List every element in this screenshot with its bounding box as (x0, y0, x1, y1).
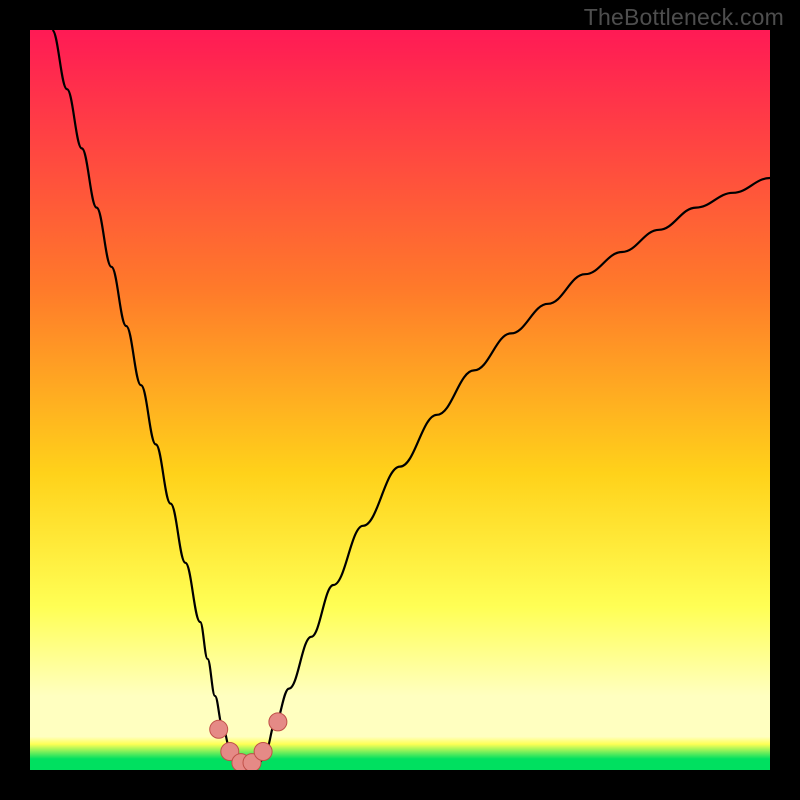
gradient-background (30, 30, 770, 770)
data-marker (210, 720, 228, 738)
data-marker (269, 713, 287, 731)
chart-canvas (30, 30, 770, 770)
frame: TheBottleneck.com (0, 0, 800, 800)
data-marker (254, 743, 272, 761)
watermark-text: TheBottleneck.com (584, 4, 784, 31)
